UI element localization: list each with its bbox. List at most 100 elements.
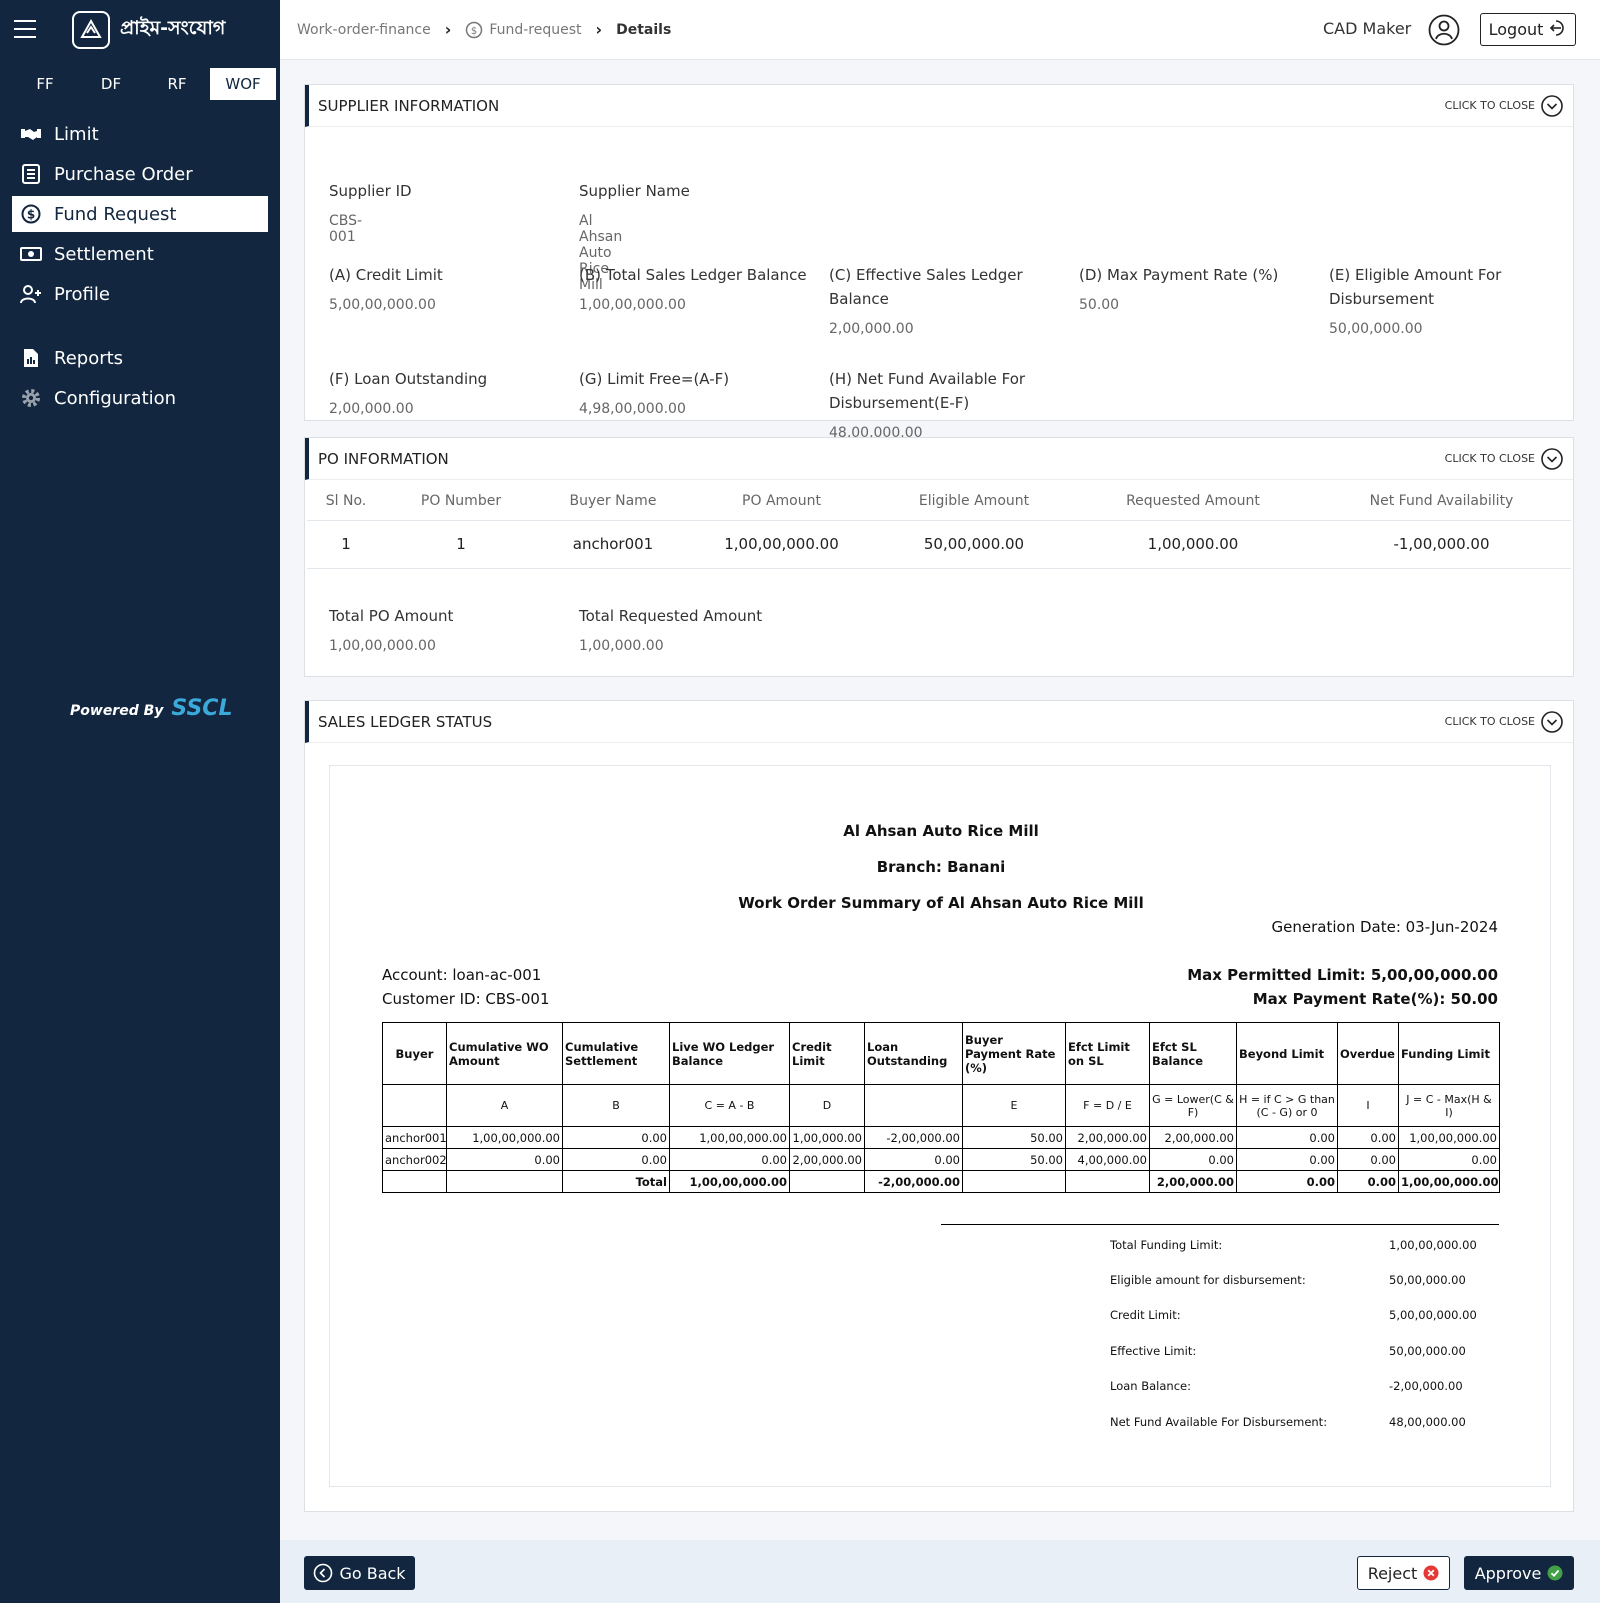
sidebar-item-purchase-order[interactable]: Purchase Order <box>12 156 268 192</box>
formula-cell: C = A - B <box>669 1084 790 1127</box>
table-cell: -1,00,000.00 <box>1312 520 1571 569</box>
click-to-close-label: CLICK TO CLOSE <box>1444 99 1535 112</box>
formula-cell: I <box>1337 1084 1399 1127</box>
sidebar-item-label: Reports <box>54 347 124 369</box>
field-value-max-payment-rate: 50.00 <box>1079 297 1120 313</box>
field-value-total-sales-ledger: 1,00,00,000.00 <box>579 297 686 313</box>
table-cell: 0.00 <box>1149 1148 1237 1171</box>
formula-cell: B <box>562 1084 670 1127</box>
report-customer-id: Customer ID: CBS-001 <box>382 990 550 1008</box>
go-back-button[interactable]: Go Back <box>304 1556 415 1590</box>
sidebar-nav: Limit Purchase Order $ Fund Request Sett… <box>12 116 268 420</box>
field-label-net-fund-available: (H) Net Fund Available For Disbursement(… <box>829 370 1026 412</box>
table-cell: 0.00 <box>1398 1148 1500 1171</box>
column-header: Loan Outstanding <box>864 1022 963 1085</box>
table-cell: 0.00 <box>864 1148 963 1171</box>
field-label-max-payment-rate: (D) Max Payment Rate (%) <box>1079 266 1279 284</box>
field-label-eligible-amount: (E) Eligible Amount For Disbursement <box>1329 266 1502 308</box>
column-header: PO Amount <box>689 482 874 521</box>
table-cell: anchor002 <box>382 1148 447 1171</box>
table-cell: 0.00 <box>669 1148 790 1171</box>
user-avatar-icon[interactable] <box>1428 14 1460 50</box>
table-header-row: Sl No. PO Number Buyer Name PO Amount El… <box>307 482 1571 521</box>
breadcrumb-current: Details <box>616 21 672 38</box>
total-requested-amount-label: Total Requested Amount <box>579 607 763 625</box>
breadcrumb-item[interactable]: Work-order-finance <box>297 22 431 38</box>
table-cell: 1,00,00,000.00 <box>689 520 874 569</box>
sidebar-item-settlement[interactable]: Settlement <box>12 236 268 272</box>
sidebar-item-label: Purchase Order <box>54 163 193 185</box>
work-order-report: Al Ahsan Auto Rice Mill Branch: Banani W… <box>329 765 1551 1487</box>
click-to-close-button[interactable]: CLICK TO CLOSE <box>1445 710 1563 733</box>
top-bar: Work-order-finance › $ Fund-request › De… <box>280 0 1600 60</box>
po-table: Sl No. PO Number Buyer Name PO Amount El… <box>307 482 1571 569</box>
column-header: Buyer Payment Rate (%) <box>962 1022 1066 1085</box>
tab-wof[interactable]: WOF <box>210 68 276 100</box>
report-title: Work Order Summary of Al Ahsan Auto Rice… <box>738 894 1144 912</box>
breadcrumb-item[interactable]: Fund-request <box>489 22 581 38</box>
sidebar-item-limit[interactable]: Limit <box>12 116 268 152</box>
formula-cell: H = if C > G than (C - G) or 0 <box>1236 1084 1338 1127</box>
sidebar-item-configuration[interactable]: Configuration <box>12 380 268 416</box>
field-value-limit-free: 4,98,00,000.00 <box>579 401 686 417</box>
document-icon <box>20 163 42 185</box>
sidebar-item-fund-request[interactable]: $ Fund Request <box>12 196 268 232</box>
report-max-payment-rate: Max Payment Rate(%): 50.00 <box>1252 990 1498 1008</box>
report-branch: Branch: Banani <box>876 858 1006 876</box>
click-to-close-button[interactable]: CLICK TO CLOSE <box>1444 94 1563 117</box>
chevron-right-icon: › <box>595 20 603 39</box>
logout-label: Logout <box>1488 20 1544 39</box>
table-cell: 50.00 <box>962 1126 1066 1149</box>
column-header: Sl No. <box>307 482 385 521</box>
logout-button[interactable]: Logout <box>1480 13 1576 46</box>
summary-value: 5,00,00,000.00 <box>1389 1308 1477 1322</box>
table-cell: 1,00,00,000.00 <box>1398 1126 1500 1149</box>
tab-ff[interactable]: FF <box>12 68 78 100</box>
brand-logo[interactable]: প্রাইম-সংযোগ <box>72 11 225 49</box>
report-generation-date: Generation Date: 03-Jun-2024 <box>1271 918 1498 936</box>
summary-value: 50,00,000.00 <box>1389 1273 1466 1287</box>
user-name: CAD Maker <box>1323 19 1412 38</box>
field-value-credit-limit: 5,00,00,000.00 <box>329 297 436 313</box>
table-cell: 2,00,000.00 <box>1065 1126 1150 1149</box>
formula-row: A B C = A - B D E F = D / E G = Lower(C … <box>382 1084 1500 1127</box>
sidebar-item-profile[interactable]: Profile <box>12 276 268 312</box>
table-row[interactable]: 1 1 anchor001 1,00,00,000.00 50,00,000.0… <box>307 520 1571 569</box>
approve-label: Approve <box>1474 1563 1542 1583</box>
tab-rf[interactable]: RF <box>144 68 210 100</box>
column-header: Efct SL Balance <box>1149 1022 1237 1085</box>
summary-value: 50,00,000.00 <box>1389 1344 1466 1358</box>
column-header: Overdue <box>1337 1022 1399 1085</box>
formula-cell: D <box>789 1084 865 1127</box>
powered-by-brand: SSCL <box>171 696 233 721</box>
powered-by: Powered By SSCL <box>70 696 232 721</box>
table-cell <box>962 1170 1066 1193</box>
breadcrumb: Work-order-finance › $ Fund-request › De… <box>297 20 671 39</box>
formula-cell: J = C - Max(H & I) <box>1398 1084 1500 1127</box>
click-to-close-button[interactable]: CLICK TO CLOSE <box>1445 447 1563 470</box>
approve-button[interactable]: Approve <box>1464 1556 1574 1590</box>
formula-cell <box>382 1084 447 1127</box>
summary-value: -2,00,000.00 <box>1389 1379 1463 1393</box>
table-header-row: Buyer Cumulative WO Amount Cumulative Se… <box>382 1022 1500 1085</box>
hamburger-menu-icon[interactable] <box>14 20 36 38</box>
chevron-down-circle-icon <box>1541 94 1563 117</box>
field-label-limit-free: (G) Limit Free=(A-F) <box>579 370 730 388</box>
panel-header: PO INFORMATION CLICK TO CLOSE <box>305 438 1573 480</box>
table-cell: 1 <box>307 520 385 569</box>
reject-button[interactable]: Reject <box>1357 1556 1450 1590</box>
column-header: Cumulative Settlement <box>562 1022 670 1085</box>
column-header: Efct Limit on SL <box>1065 1022 1150 1085</box>
table-cell: Total <box>562 1170 670 1193</box>
sidebar-item-label: Fund Request <box>54 203 177 225</box>
close-circle-icon <box>1423 1565 1439 1581</box>
summary-label: Loan Balance: <box>1110 1379 1191 1393</box>
table-cell <box>789 1170 865 1193</box>
logout-icon <box>1543 19 1567 41</box>
dollar-circle-icon: $ <box>465 21 483 39</box>
total-po-amount-value: 1,00,00,000.00 <box>329 638 436 654</box>
sidebar-item-reports[interactable]: Reports <box>12 340 268 376</box>
tab-df[interactable]: DF <box>78 68 144 100</box>
table-cell: 1,00,00,000.00 <box>1398 1170 1500 1193</box>
column-header: Live WO Ledger Balance <box>669 1022 790 1085</box>
